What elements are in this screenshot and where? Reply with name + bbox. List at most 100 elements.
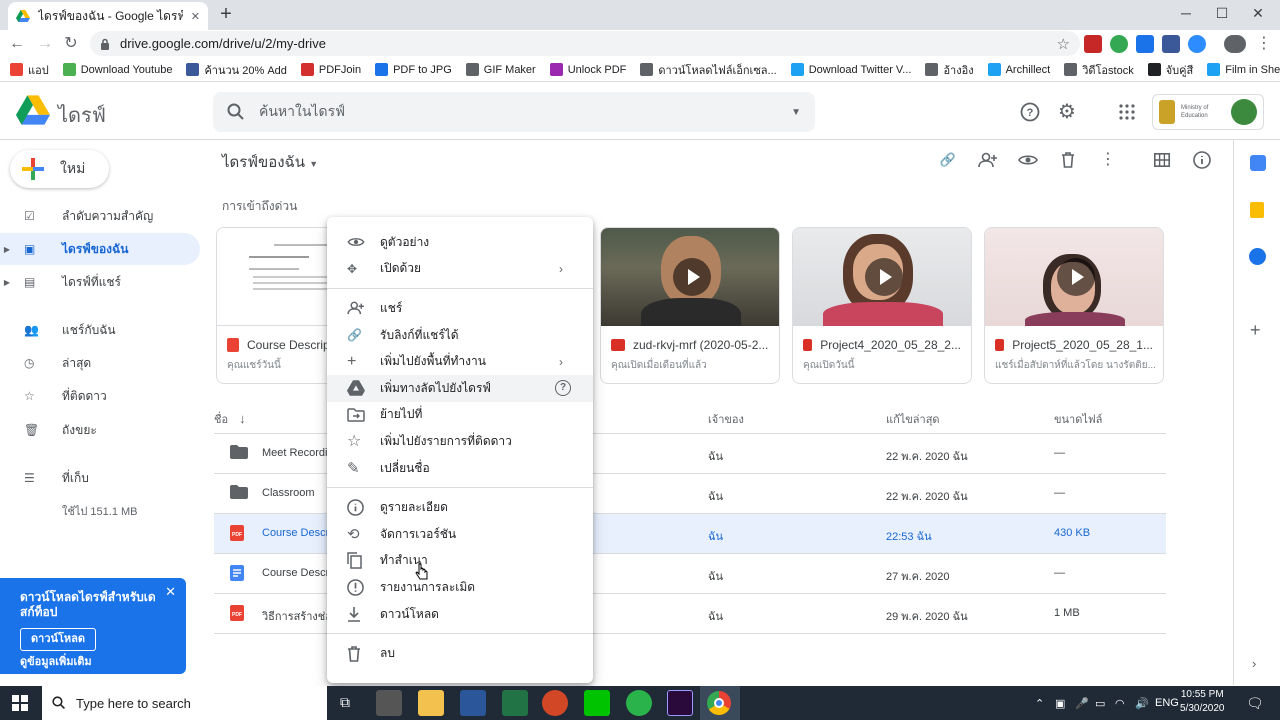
taskbar-search[interactable]: Type here to search [42, 686, 327, 720]
bookmark-item[interactable]: Unlock PDF [549, 63, 626, 76]
sidebar-item-shared-with-me[interactable]: 👥 แชร์กับฉัน [0, 314, 200, 346]
calendar-icon[interactable] [1250, 155, 1266, 171]
help-icon[interactable]: ? [1018, 100, 1042, 124]
windows-start-icon[interactable] [12, 695, 28, 711]
new-button[interactable]: ใหม่ [10, 150, 109, 188]
tray-app-icon[interactable]: ▣ [1055, 697, 1065, 710]
apps-grid-icon[interactable] [1115, 100, 1139, 124]
modified-column-header[interactable]: แก้ไขล่าสุด [886, 410, 940, 428]
size-column-header[interactable]: ขนาดไฟล์ [1054, 410, 1102, 428]
name-column-header[interactable]: ชื่อ ↓ [214, 410, 246, 428]
bookmark-item[interactable]: Download Twitter V... [790, 63, 911, 76]
quick-access-card[interactable]: Project5_2020_05_28_1... แชร์เมื่อสัปดาห… [984, 227, 1164, 384]
line-app-icon[interactable] [584, 690, 610, 716]
menu-item-remove[interactable]: ลบ [327, 640, 593, 667]
quick-access-card[interactable]: Project4_2020_05_28_2... คุณเปิดวันนี้ [792, 227, 972, 384]
add-person-icon[interactable] [976, 148, 1000, 172]
close-promo-icon[interactable]: ✕ [165, 584, 176, 599]
menu-item-share[interactable]: แชร์ [327, 295, 593, 322]
extension-icon[interactable] [1136, 35, 1154, 53]
sidebar-item-recent[interactable]: ◷ ล่าสุด [0, 347, 200, 379]
menu-item-manage-versions[interactable]: ⟲ จัดการเวอร์ชัน [327, 521, 593, 548]
bookmark-item[interactable]: ดาวน์โหลดไฟล์เอ็กเซล... [640, 61, 777, 79]
grid-view-icon[interactable] [1150, 148, 1174, 172]
word-app-icon[interactable] [460, 690, 486, 716]
premiere-app-icon[interactable] [667, 690, 693, 716]
volume-icon[interactable]: 🔊 [1135, 697, 1149, 710]
bookmark-item[interactable]: อ้างอิง [925, 61, 974, 79]
play-icon[interactable] [865, 258, 903, 296]
profile-avatar-icon[interactable] [1224, 35, 1246, 53]
menu-item-preview[interactable]: ดูตัวอย่าง [327, 229, 593, 256]
play-icon[interactable] [673, 258, 711, 296]
wifi-icon[interactable]: ◠ [1115, 697, 1125, 710]
sidebar-item-shared-drives[interactable]: ▶ ▤ ไดรฟ์ที่แชร์ [0, 266, 200, 298]
microphone-icon[interactable]: 🎤 [1075, 697, 1089, 710]
notifications-icon[interactable]: 🗨 [1246, 695, 1264, 712]
bookmark-item[interactable]: วิดีโอstock [1064, 61, 1134, 79]
expand-arrow-icon[interactable]: ▶ [0, 245, 14, 254]
taskbar-search-input[interactable]: Type here to search [76, 696, 191, 711]
promo-download-button[interactable]: ดาวน์โหลด [20, 628, 97, 651]
battery-icon[interactable]: ▭ [1095, 697, 1105, 710]
chrome-menu-icon[interactable]: ⋮ [1256, 33, 1272, 53]
sort-arrow-icon[interactable]: ↓ [239, 411, 246, 426]
drive-logo-icon[interactable] [16, 95, 50, 125]
close-tab-icon[interactable]: ✕ [191, 10, 200, 23]
preview-eye-icon[interactable] [1016, 148, 1040, 172]
sidebar-item-priority[interactable]: ☑ ลำดับความสำคัญ [0, 200, 200, 232]
powerpoint-app-icon[interactable] [542, 690, 568, 716]
menu-item-get-link[interactable]: 🔗 รับลิงก์ที่แชร์ได้ [327, 322, 593, 349]
account-switcher[interactable]: Ministry of Education [1152, 94, 1264, 130]
calculator-app-icon[interactable] [376, 690, 402, 716]
extension-icon[interactable] [1084, 35, 1102, 53]
extension-icon[interactable] [1162, 35, 1180, 53]
expand-panel-icon[interactable]: › [1252, 656, 1256, 671]
sidebar-item-my-drive[interactable]: ▶ ▣ ไดรฟ์ของฉัน [0, 233, 200, 265]
bookmark-item[interactable]: PDF to JPG [375, 63, 452, 76]
more-actions-icon[interactable]: ⋮ [1096, 148, 1120, 172]
settings-gear-icon[interactable]: ⚙ [1055, 100, 1079, 124]
system-clock[interactable]: 10:55 PM 5/30/2020 [1180, 688, 1225, 716]
bookmark-item[interactable]: ค้านวน 20% Add [186, 61, 287, 79]
promo-learn-more-link[interactable]: ดูข้อมูลเพิ่มเติม [20, 655, 166, 670]
sidebar-item-starred[interactable]: ☆ ที่ติดดาว [0, 380, 200, 412]
extension-icon[interactable] [1110, 35, 1128, 53]
menu-item-download[interactable]: ดาวน์โหลด [327, 601, 593, 628]
menu-item-rename[interactable]: ✎ เปลี่ยนชื่อ [327, 455, 593, 482]
back-icon[interactable]: ← [6, 33, 28, 55]
bookmark-item[interactable]: Download Youtube [62, 63, 172, 76]
sidebar-item-storage[interactable]: ☰ ที่เก็บ [0, 462, 200, 494]
delete-icon[interactable] [1056, 148, 1080, 172]
close-window-icon[interactable]: ✕ [1244, 4, 1272, 24]
new-tab-button[interactable]: + [216, 4, 236, 25]
bookmark-item[interactable]: Film in Shelf [1207, 63, 1280, 76]
sidebar-item-trash[interactable]: 🗑 ถังขยะ [0, 414, 200, 446]
menu-item-open-with[interactable]: ✥ เปิดด้วย › [327, 256, 593, 283]
breadcrumb[interactable]: ไดรฟ์ของฉัน ▼ [222, 150, 318, 174]
bookmark-item[interactable]: GIF Maker [465, 63, 536, 76]
chrome-taskbar-active[interactable] [700, 686, 740, 720]
maximize-icon[interactable]: ☐ [1208, 4, 1236, 24]
show-hidden-icons[interactable]: ⌃ [1035, 697, 1044, 710]
play-icon[interactable] [1057, 258, 1095, 296]
menu-item-view-details[interactable]: ดูรายละเอียด [327, 494, 593, 521]
menu-item-make-copy[interactable]: ทำสำเนา [327, 548, 593, 575]
excel-app-icon[interactable] [502, 690, 528, 716]
zoom-extension-icon[interactable] [1188, 35, 1206, 53]
quick-access-card[interactable]: zud-rkvj-mrf (2020-05-2... คุณเปิดเมื่อเ… [600, 227, 780, 384]
get-link-icon[interactable]: 🔗 [936, 148, 960, 172]
address-bar[interactable]: drive.google.com/drive/u/2/my-drive ☆ [90, 31, 1080, 56]
minimize-icon[interactable]: ─ [1172, 4, 1200, 24]
language-indicator[interactable]: ENG [1155, 697, 1179, 709]
wechat-app-icon[interactable] [626, 690, 652, 716]
browser-tab[interactable]: ไดรฟ์ของฉัน - Google ไดรฟ์ ✕ [8, 2, 208, 30]
tasks-icon[interactable] [1249, 248, 1266, 265]
help-icon[interactable]: ? [555, 380, 571, 397]
drive-search-bar[interactable]: ค้นหาในไดรฟ์ ▼ [213, 92, 815, 132]
keep-icon[interactable] [1250, 202, 1264, 218]
expand-arrow-icon[interactable]: ▶ [0, 278, 14, 287]
info-icon[interactable] [1190, 148, 1214, 172]
bookmark-item[interactable]: Archillect [987, 63, 1050, 76]
search-options-icon[interactable]: ▼ [791, 107, 801, 118]
